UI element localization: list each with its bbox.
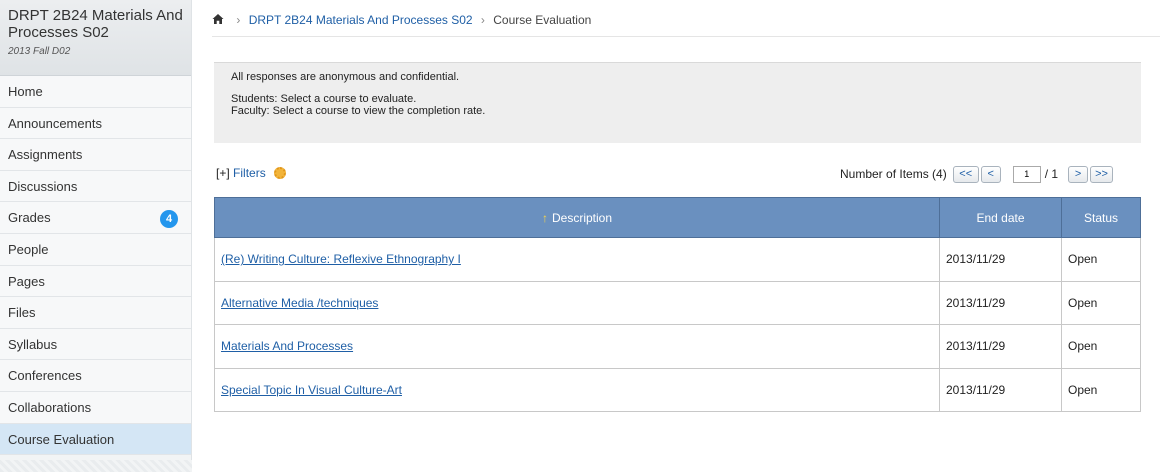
filters-toggle[interactable]: [+] Filters (216, 166, 287, 180)
course-sidebar: DRPT 2B24 Materials And Processes S02 20… (0, 0, 192, 472)
course-header: DRPT 2B24 Materials And Processes S02 20… (0, 0, 191, 76)
end-date-cell: 2013/11/29 (939, 280, 1062, 325)
sidebar-item-assignments[interactable]: Assignments (0, 139, 191, 171)
sidebar-item-label: People (8, 241, 49, 257)
status-cell: Open (1061, 237, 1141, 282)
status-cell: Open (1061, 367, 1141, 412)
items-count: Number of Items (4) (840, 167, 947, 181)
description-cell: Special Topic In Visual Culture-Art (214, 367, 940, 412)
sort-ascending-icon: ↑ (541, 210, 548, 225)
course-term: 2013 Fall D02 (8, 46, 71, 57)
table-row: Special Topic In Visual Culture-Art 2013… (214, 367, 1141, 412)
sidebar-item-label: Files (8, 305, 36, 321)
table-row: Materials And Processes 2013/11/29 Open (214, 324, 1141, 369)
prev-page-button[interactable]: < (980, 165, 1001, 183)
next-page-button[interactable]: > (1068, 165, 1089, 183)
page-number-input[interactable] (1012, 165, 1041, 183)
evaluation-table: ↑ Description End date Status (Re) Writin… (214, 197, 1141, 412)
sidebar-item-label: Syllabus (8, 336, 58, 352)
sidebar-item-label: Collaborations (8, 399, 92, 415)
table-row: Alternative Media /techniques 2013/11/29… (214, 280, 1141, 325)
course-title[interactable]: DRPT 2B24 Materials And Processes S02 (8, 7, 188, 41)
end-date-column-header[interactable]: End date (939, 197, 1062, 238)
sidebar-item-pages[interactable]: Pages (0, 265, 191, 298)
sidebar-item-label: Course Evaluation (8, 431, 115, 447)
course-evaluation-link[interactable]: Special Topic In Visual Culture-Art (221, 383, 402, 397)
sidebar-item-label: Home (8, 84, 43, 99)
info-students-text: Students: Select a course to evaluate. (231, 93, 417, 105)
first-page-button[interactable]: << (952, 165, 979, 183)
sidebar-footer (0, 460, 192, 472)
status-cell: Open (1061, 324, 1141, 369)
description-header-label: Description (551, 210, 613, 225)
sidebar-item-grades[interactable]: Grades 4 (0, 202, 191, 234)
description-cell: (Re) Writing Culture: Reflexive Ethnogra… (214, 237, 940, 282)
sidebar-item-label: Conferences (8, 368, 82, 384)
breadcrumb: › DRPT 2B24 Materials And Processes S02 … (212, 0, 1160, 37)
last-page-button[interactable]: >> (1090, 165, 1114, 183)
gear-icon[interactable] (274, 167, 287, 179)
sidebar-item-label: Pages (8, 273, 45, 289)
sidebar-item-label: Grades (8, 210, 51, 226)
sidebar-item-files[interactable]: Files (0, 297, 191, 329)
course-evaluation-link[interactable]: Materials And Processes (221, 339, 353, 353)
description-cell: Materials And Processes (214, 324, 940, 369)
sidebar-item-announcements[interactable]: Announcements (0, 107, 191, 140)
sidebar-item-course-evaluation[interactable]: Course Evaluation (0, 423, 191, 456)
description-cell: Alternative Media /techniques (214, 280, 940, 325)
sidebar-item-home[interactable]: Home (0, 76, 191, 108)
end-date-cell: 2013/11/29 (939, 324, 1062, 369)
chevron-right-icon: › (236, 13, 241, 27)
status-cell: Open (1061, 280, 1141, 325)
description-column-header[interactable]: ↑ Description (214, 197, 940, 238)
grades-count-badge: 4 (160, 210, 178, 229)
sidebar-item-collaborations[interactable]: Collaborations (0, 391, 191, 424)
info-notice: All responses are anonymous and confiden… (214, 62, 1141, 143)
sidebar-item-discussions[interactable]: Discussions (0, 170, 191, 203)
end-date-cell: 2013/11/29 (939, 237, 1062, 282)
end-date-cell: 2013/11/29 (939, 367, 1062, 412)
sidebar-item-syllabus[interactable]: Syllabus (0, 328, 191, 361)
filters-link[interactable]: Filters (233, 166, 266, 180)
course-evaluation-link[interactable]: Alternative Media /techniques (221, 296, 378, 310)
chevron-right-icon: › (480, 13, 485, 27)
breadcrumb-course-link[interactable]: DRPT 2B24 Materials And Processes S02 (249, 13, 473, 27)
home-icon[interactable] (212, 13, 224, 25)
page-total: / 1 (1044, 167, 1059, 181)
filters-expand-marker[interactable]: [+] (216, 166, 230, 180)
app-root: DRPT 2B24 Materials And Processes S02 20… (0, 0, 1160, 472)
status-column-header[interactable]: Status (1061, 197, 1141, 238)
info-anonymous-text: All responses are anonymous and confiden… (231, 71, 460, 83)
sidebar-item-label: Assignments (8, 147, 83, 163)
breadcrumb-current: Course Evaluation (493, 13, 592, 27)
table-row: (Re) Writing Culture: Reflexive Ethnogra… (214, 237, 1141, 282)
table-header-row: ↑ Description End date Status (214, 197, 1141, 238)
sidebar-item-conferences[interactable]: Conferences (0, 360, 191, 392)
sidebar-item-label: Announcements (8, 115, 102, 131)
sidebar-item-label: Discussions (8, 178, 78, 194)
pagination: Number of Items (4) << < / 1 > >> (840, 164, 1114, 184)
info-faculty-text: Faculty: Select a course to view the com… (231, 105, 486, 117)
course-evaluation-link[interactable]: (Re) Writing Culture: Reflexive Ethnogra… (221, 252, 461, 266)
sidebar-item-people[interactable]: People (0, 233, 191, 266)
